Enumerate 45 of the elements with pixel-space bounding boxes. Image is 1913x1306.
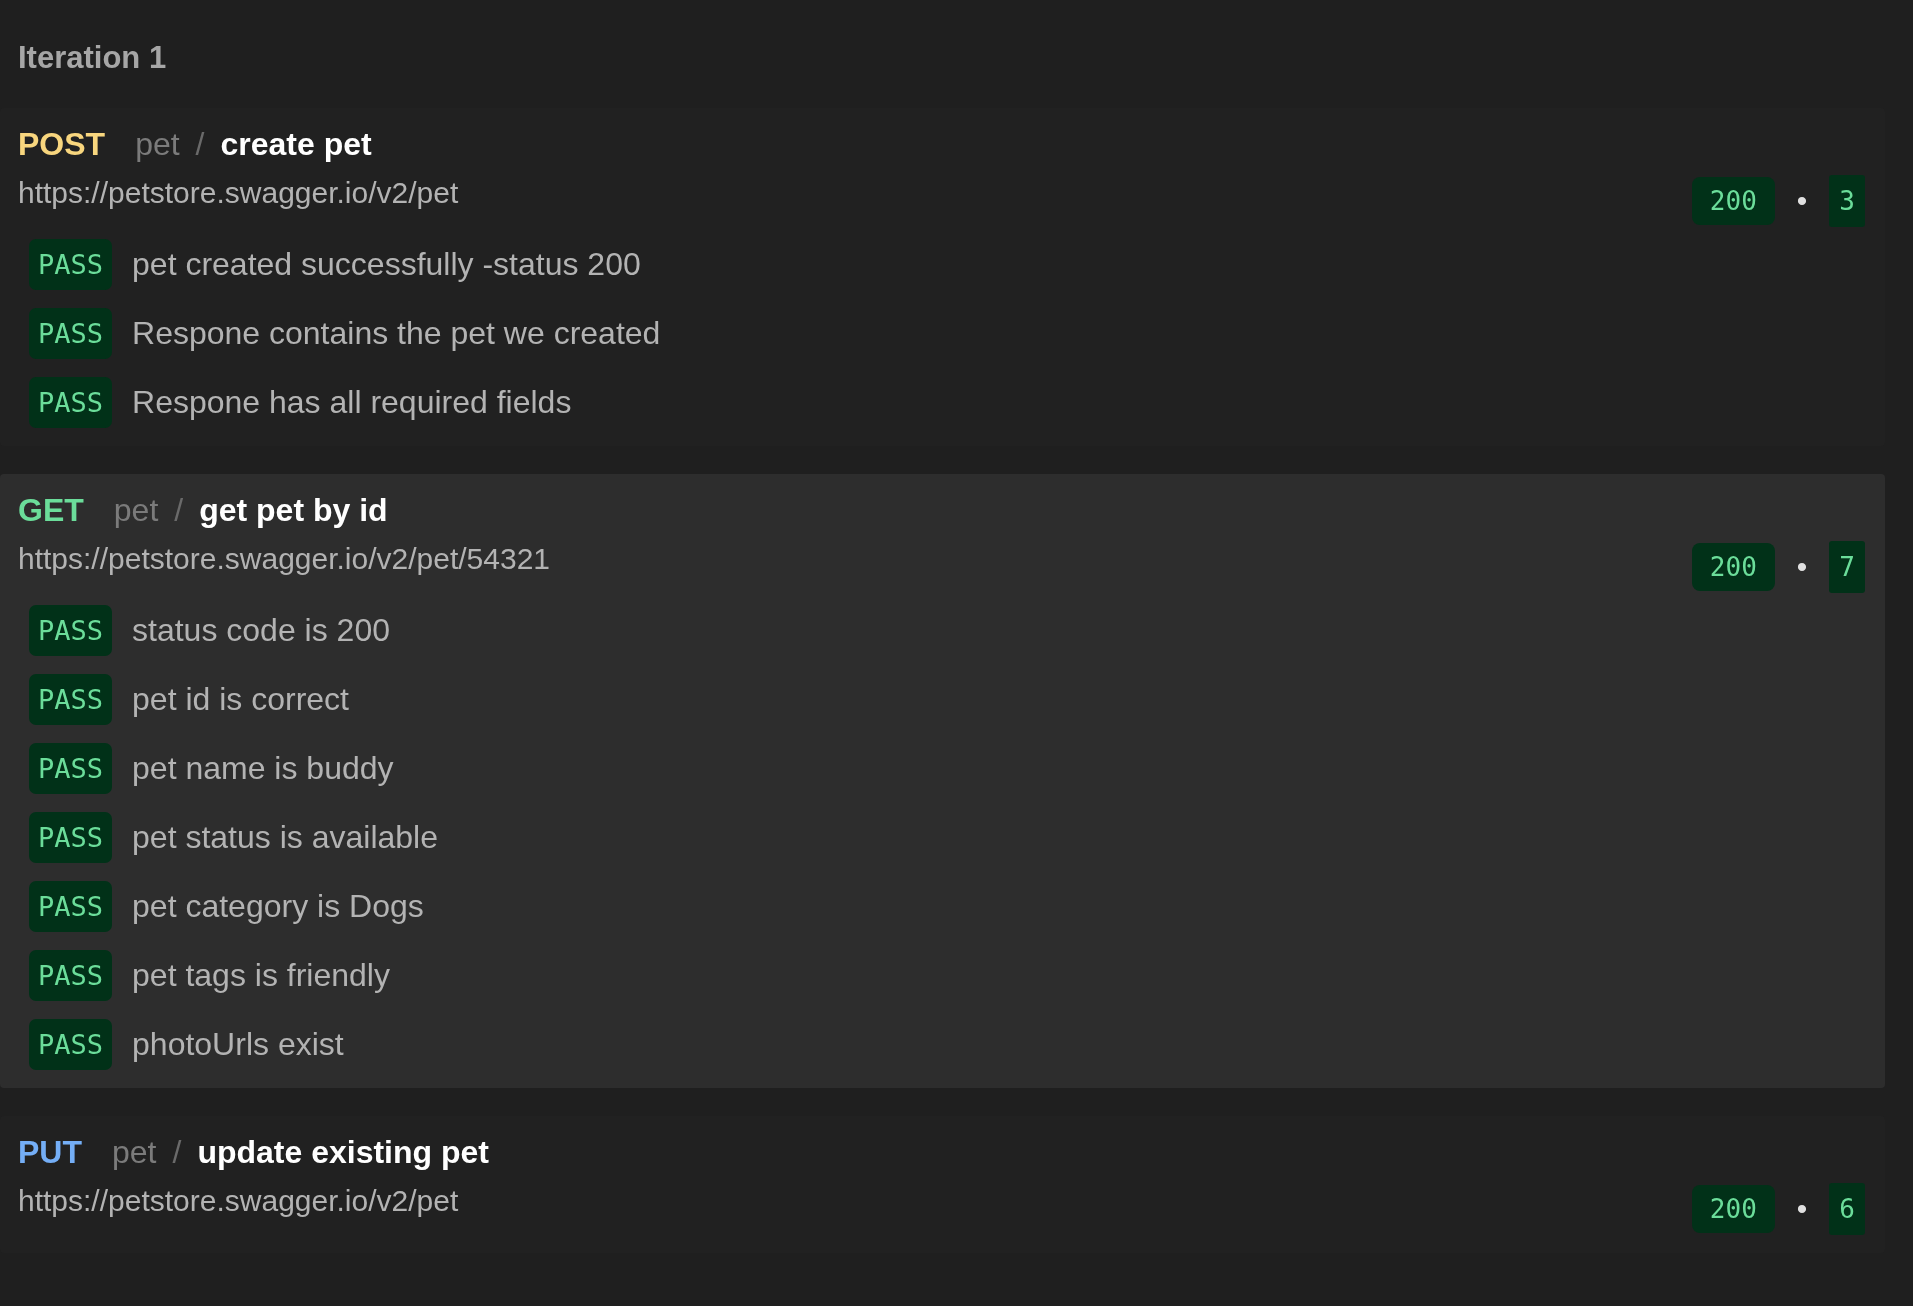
test-count-badge: 3	[1829, 175, 1865, 227]
request-name: create pet	[220, 126, 372, 163]
path-separator: /	[195, 126, 205, 163]
result-badge: PASS	[29, 950, 113, 1001]
separator-dot: •	[1796, 550, 1808, 584]
request-name: get pet by id	[199, 492, 388, 529]
result-badge: PASS	[29, 1019, 113, 1070]
test-name: photoUrls exist	[132, 1026, 344, 1063]
test-name: pet created successfully -status 200	[132, 246, 641, 283]
result-badge: PASS	[29, 377, 113, 428]
test-name: Respone has all required fields	[132, 384, 572, 421]
result-badge: PASS	[29, 239, 113, 290]
method-label: PUT	[18, 1134, 82, 1171]
result-badge: PASS	[29, 812, 113, 863]
test-name: pet category is Dogs	[132, 888, 424, 925]
separator-dot: •	[1796, 184, 1808, 218]
method-label: POST	[18, 126, 106, 163]
iteration-title: Iteration 1	[18, 40, 167, 76]
separator-dot: •	[1796, 1192, 1808, 1226]
status-code-badge: 200	[1691, 1185, 1775, 1233]
test-name: pet id is correct	[132, 681, 349, 718]
request-url: https://petstore.swagger.io/v2/pet	[18, 176, 459, 210]
folder-name: pet	[135, 126, 180, 163]
test-name: Respone contains the pet we created	[132, 315, 661, 352]
test-name: status code is 200	[132, 612, 390, 649]
request-name: update existing pet	[197, 1134, 489, 1171]
result-badge: PASS	[29, 674, 113, 725]
test-name: pet status is available	[132, 819, 438, 856]
test-count-badge: 6	[1829, 1183, 1865, 1235]
folder-name: pet	[112, 1134, 157, 1171]
test-name: pet name is buddy	[132, 750, 394, 787]
result-badge: PASS	[29, 743, 113, 794]
status-code-badge: 200	[1691, 177, 1775, 225]
result-badge: PASS	[29, 308, 113, 359]
result-badge: PASS	[29, 881, 113, 932]
test-count-badge: 7	[1829, 541, 1865, 593]
request-url: https://petstore.swagger.io/v2/pet/54321	[18, 542, 551, 576]
folder-name: pet	[113, 492, 159, 529]
path-separator: /	[174, 492, 184, 529]
status-code-badge: 200	[1691, 543, 1775, 591]
method-label: GET	[18, 492, 84, 529]
test-name: pet tags is friendly	[132, 957, 390, 994]
path-separator: /	[172, 1134, 182, 1171]
request-url: https://petstore.swagger.io/v2/pet	[18, 1184, 459, 1218]
result-badge: PASS	[29, 605, 113, 656]
